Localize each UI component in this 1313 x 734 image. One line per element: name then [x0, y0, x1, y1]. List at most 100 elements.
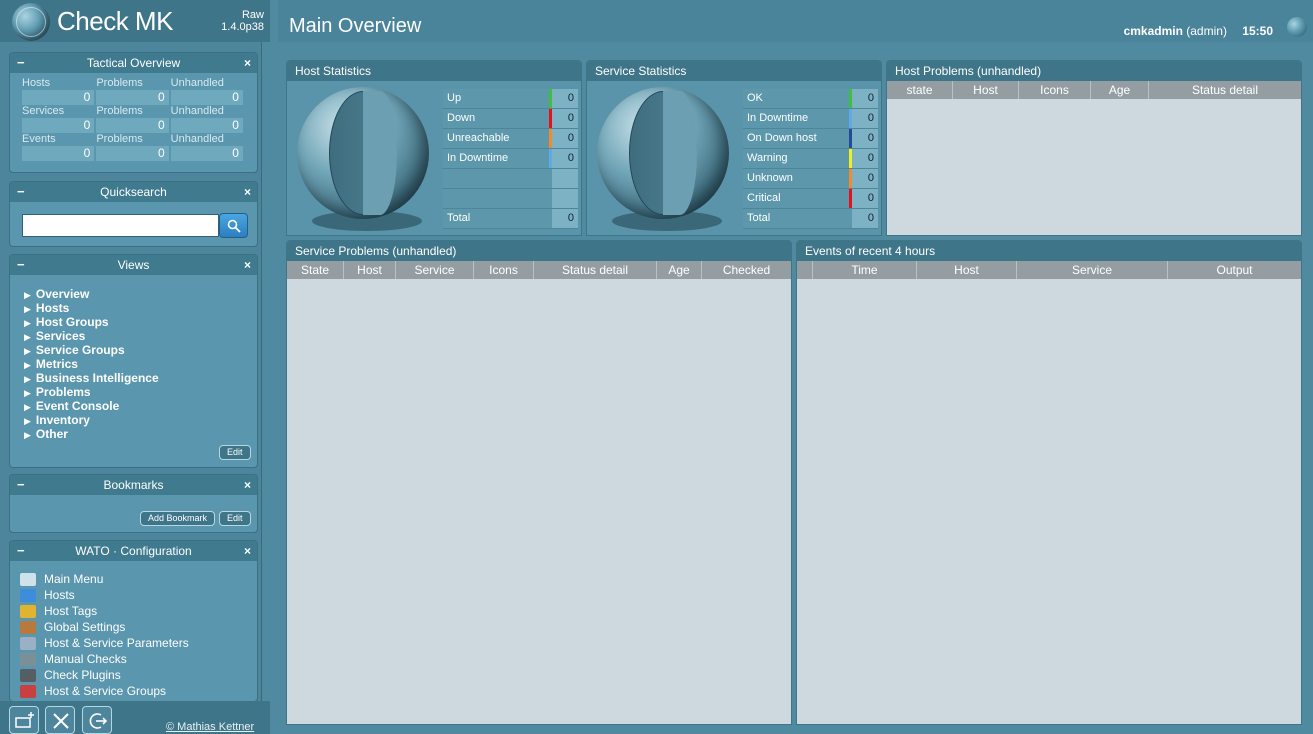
minimize-icon[interactable]: −: [17, 53, 25, 73]
column-header[interactable]: Icons: [474, 261, 534, 279]
column-header[interactable]: Age: [657, 261, 702, 279]
minimize-icon[interactable]: −: [17, 255, 25, 275]
view-item-event-console[interactable]: Event Console: [24, 399, 257, 413]
close-icon[interactable]: ×: [244, 53, 251, 73]
snapin-header[interactable]: − WATO · Configuration ×: [10, 541, 257, 561]
minimize-icon[interactable]: −: [17, 182, 25, 202]
host-stats-globe-icon[interactable]: [297, 87, 429, 219]
view-item-service-groups[interactable]: Service Groups: [24, 343, 257, 357]
snapin-header[interactable]: − Bookmarks ×: [10, 475, 257, 495]
close-icon[interactable]: ×: [244, 475, 251, 495]
stat-row-on-down-host[interactable]: On Down host 0: [743, 129, 878, 149]
stat-row-in-downtime[interactable]: In Downtime 0: [443, 149, 578, 169]
tactical-value[interactable]: 0: [96, 146, 169, 161]
stat-row-total[interactable]: Total 0: [743, 209, 878, 229]
wato-item-label: Host Tags: [44, 604, 98, 618]
stat-row-warning[interactable]: Warning 0: [743, 149, 878, 169]
stat-row-in-downtime[interactable]: In Downtime 0: [743, 109, 878, 129]
bookmarks-edit-button[interactable]: Edit: [219, 511, 251, 526]
stat-row-ok[interactable]: OK 0: [743, 89, 878, 109]
username[interactable]: cmkadmin: [1124, 24, 1183, 38]
wato-item-check-plugins[interactable]: Check Plugins: [20, 667, 257, 683]
stat-row-critical[interactable]: Critical 0: [743, 189, 878, 209]
view-item-problems[interactable]: Problems: [24, 385, 257, 399]
tactical-value[interactable]: 0: [170, 146, 243, 161]
logout-button[interactable]: [82, 706, 112, 734]
view-item-business-intelligence[interactable]: Business Intelligence: [24, 371, 257, 385]
wato-item-host-tags[interactable]: Host Tags: [20, 603, 257, 619]
copyright-link[interactable]: © Mathias Kettner: [166, 721, 254, 733]
column-header[interactable]: Output: [1168, 261, 1301, 279]
column-header[interactable]: Icons: [1019, 81, 1091, 99]
view-item-host-groups[interactable]: Host Groups: [24, 315, 257, 329]
stat-value: [552, 169, 578, 188]
close-icon[interactable]: ×: [244, 182, 251, 202]
tactical-value[interactable]: 0: [170, 90, 243, 105]
stat-row-down[interactable]: Down 0: [443, 109, 578, 129]
search-button[interactable]: [219, 213, 248, 238]
close-icon[interactable]: ×: [244, 255, 251, 275]
column-header[interactable]: Host: [344, 261, 396, 279]
views-list: Overview Hosts Host Groups Services Serv…: [10, 275, 257, 441]
wato-item-global-settings[interactable]: Global Settings: [20, 619, 257, 635]
add-snapin-button[interactable]: [9, 706, 39, 734]
service-stats-table: OK 0 In Downtime 0 On Down host 0 Warning 0 …: [743, 89, 878, 229]
service-stats-globe-icon[interactable]: [597, 87, 729, 219]
stat-row-total[interactable]: Total 0: [443, 209, 578, 229]
tactical-value[interactable]: 0: [96, 118, 169, 133]
view-item-services[interactable]: Services: [24, 329, 257, 343]
column-header[interactable]: Time: [813, 261, 917, 279]
tactical-value[interactable]: 0: [22, 118, 95, 133]
edition-version: Raw 1.4.0p38: [221, 9, 264, 33]
add-bookmark-button[interactable]: Add Bookmark: [140, 511, 216, 526]
view-item-metrics[interactable]: Metrics: [24, 357, 257, 371]
wato-item-main-menu[interactable]: Main Menu: [20, 571, 257, 587]
snapin-header[interactable]: − Quicksearch ×: [10, 182, 257, 202]
column-header[interactable]: state: [887, 81, 953, 99]
column-header[interactable]: Service: [1017, 261, 1168, 279]
stat-value: 0: [552, 129, 578, 148]
wato-item-hosts[interactable]: Hosts: [20, 587, 257, 603]
view-item-other[interactable]: Other: [24, 427, 257, 441]
stat-row-empty: [443, 189, 578, 209]
views-edit-button[interactable]: Edit: [219, 445, 251, 460]
column-header[interactable]: [797, 261, 813, 279]
view-item-inventory[interactable]: Inventory: [24, 413, 257, 427]
minimize-icon[interactable]: −: [17, 475, 25, 495]
view-item-overview[interactable]: Overview: [24, 287, 257, 301]
column-header[interactable]: Status detail: [534, 261, 657, 279]
tactical-value[interactable]: 0: [96, 90, 169, 105]
wato-item-host-service-parameters[interactable]: Host & Service Parameters: [20, 635, 257, 651]
stat-value: 0: [852, 149, 878, 168]
column-header[interactable]: Status detail: [1149, 81, 1301, 99]
snapin-header[interactable]: − Tactical Overview ×: [10, 53, 257, 73]
tactical-value[interactable]: 0: [170, 118, 243, 133]
settings-button[interactable]: [45, 706, 75, 734]
minimize-icon[interactable]: −: [17, 541, 25, 561]
column-header[interactable]: Host: [917, 261, 1017, 279]
search-input[interactable]: [22, 214, 219, 237]
groups-icon: [20, 684, 36, 698]
dashlet-host-problems: Host Problems (unhandled) state Host Ico…: [886, 60, 1302, 236]
logout-icon: [89, 713, 108, 729]
column-header[interactable]: Checked: [702, 261, 791, 279]
stat-row-up[interactable]: Up 0: [443, 89, 578, 109]
checkmk-logo-icon[interactable]: [12, 3, 50, 41]
view-item-hosts[interactable]: Hosts: [24, 301, 257, 315]
close-icon[interactable]: ×: [244, 541, 251, 561]
wato-item-manual-checks[interactable]: Manual Checks: [20, 651, 257, 667]
wato-item-host-service-groups[interactable]: Host & Service Groups: [20, 683, 257, 699]
tactical-value[interactable]: 0: [22, 90, 95, 105]
main-header: Main Overview cmkadmin (admin) 15:50: [278, 0, 1313, 42]
column-header[interactable]: Age: [1091, 81, 1149, 99]
column-header[interactable]: Host: [953, 81, 1019, 99]
tactical-value[interactable]: 0: [22, 146, 95, 161]
snapin-header[interactable]: − Views ×: [10, 255, 257, 275]
stat-row-unknown[interactable]: Unknown 0: [743, 169, 878, 189]
stat-row-unreachable[interactable]: Unreachable 0: [443, 129, 578, 149]
stat-label: Total: [443, 209, 549, 228]
stat-value: 0: [852, 109, 878, 128]
column-header[interactable]: State: [287, 261, 344, 279]
column-header[interactable]: Service: [396, 261, 474, 279]
search-icon: [227, 219, 241, 233]
